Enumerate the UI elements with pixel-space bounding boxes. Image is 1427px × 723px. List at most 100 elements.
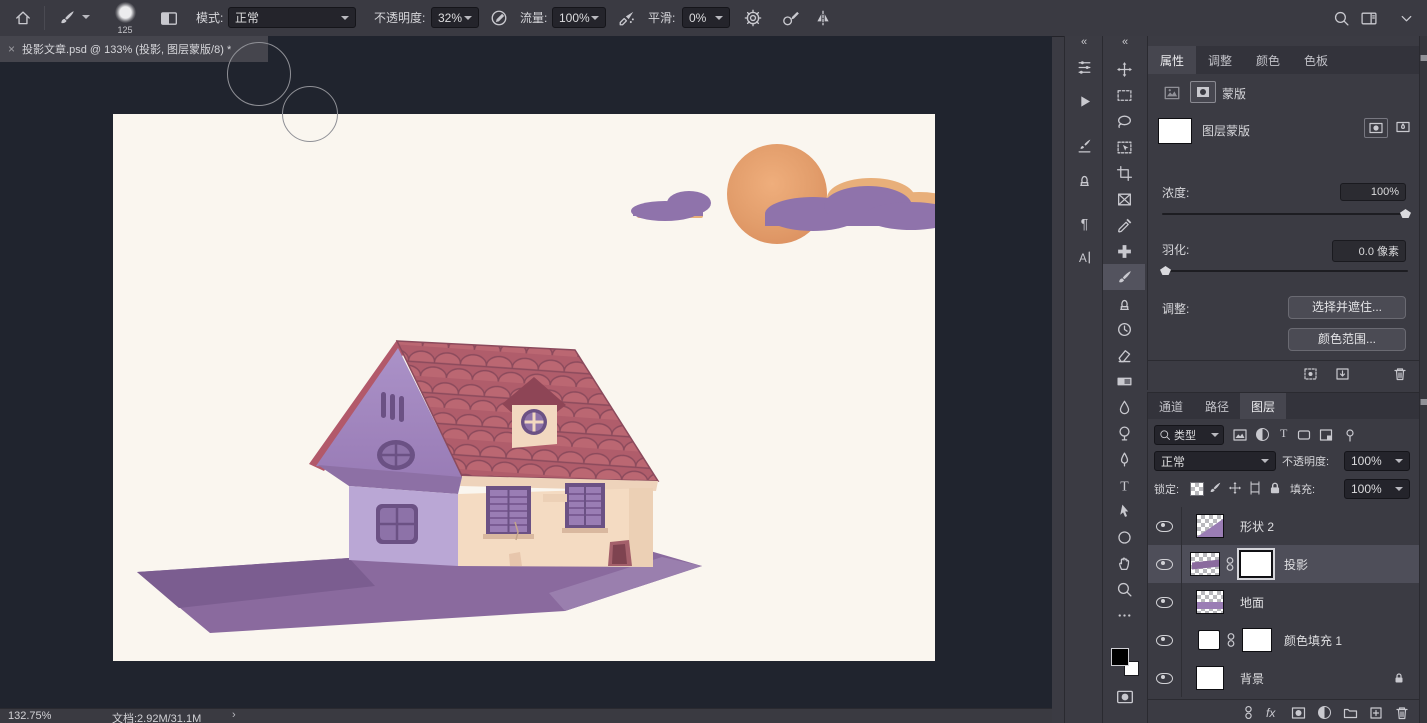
- tab-swatches[interactable]: 色板: [1292, 46, 1340, 74]
- layer-thumbnail[interactable]: [1196, 666, 1224, 690]
- filter-adjustment-icon[interactable]: [1256, 428, 1269, 441]
- tool-hand-icon[interactable]: [1103, 550, 1145, 576]
- tool-path-select-icon[interactable]: [1103, 498, 1145, 524]
- tool-spot-healing-icon[interactable]: [1103, 238, 1145, 264]
- delete-layer-trash-icon[interactable]: [1394, 705, 1410, 721]
- layer-mask-thumbnail[interactable]: [1242, 628, 1272, 652]
- pressure-size-icon[interactable]: [782, 9, 800, 27]
- layer-row-color-fill[interactable]: 颜色填充 1: [1148, 621, 1419, 659]
- layer-thumbnail[interactable]: [1190, 552, 1220, 576]
- collapse-dock-icon[interactable]: «: [1065, 36, 1103, 52]
- visibility-eye-icon[interactable]: [1156, 521, 1173, 532]
- tab-properties[interactable]: 属性: [1148, 46, 1196, 74]
- tool-frame-icon[interactable]: [1103, 186, 1145, 212]
- pressure-opacity-icon[interactable]: [490, 9, 508, 27]
- tool-crop-icon[interactable]: [1103, 160, 1145, 186]
- tool-clone-stamp-icon[interactable]: [1103, 290, 1145, 316]
- filter-image-icon[interactable]: [1232, 427, 1248, 443]
- collapse-toolbar-icon[interactable]: «: [1103, 36, 1147, 52]
- opacity-select[interactable]: 32%: [431, 7, 479, 28]
- layer-mask-mode-icon[interactable]: [1190, 81, 1216, 103]
- tab-adjustments[interactable]: 调整: [1196, 46, 1244, 74]
- canvas[interactable]: [113, 114, 935, 661]
- mode-select[interactable]: 正常: [228, 7, 356, 28]
- lock-all-icon[interactable]: [1268, 481, 1282, 495]
- home-icon[interactable]: [14, 9, 32, 27]
- new-layer-icon[interactable]: [1368, 705, 1384, 721]
- tool-lasso-icon[interactable]: [1103, 108, 1145, 134]
- brush-tool-preset-icon[interactable]: [58, 9, 76, 27]
- layer-row-ground[interactable]: 地面: [1148, 583, 1419, 621]
- blend-mode-select[interactable]: 正常: [1154, 451, 1276, 471]
- panel-brush-settings-icon[interactable]: [1065, 130, 1103, 160]
- filter-shape-icon[interactable]: [1296, 427, 1312, 443]
- layer-thumbnail[interactable]: [1196, 590, 1224, 614]
- density-value[interactable]: 100%: [1340, 183, 1406, 201]
- vector-mask-badge-icon[interactable]: [1394, 119, 1412, 135]
- search-icon[interactable]: [1333, 10, 1350, 27]
- tab-channels[interactable]: 通道: [1148, 393, 1194, 419]
- panel-libraries-icon[interactable]: [1065, 52, 1103, 82]
- density-slider[interactable]: [1162, 213, 1408, 215]
- tool-gradient-icon[interactable]: [1103, 368, 1145, 394]
- link-mask-icon[interactable]: [1224, 555, 1236, 573]
- foreground-background-colors[interactable]: [1111, 648, 1139, 676]
- panel-actions-icon[interactable]: [1065, 86, 1103, 116]
- filter-pin-icon[interactable]: [1342, 427, 1358, 443]
- flow-select[interactable]: 100%: [552, 7, 606, 28]
- foreground-color-swatch[interactable]: [1111, 648, 1129, 666]
- pasteboard[interactable]: × 投影文章.psd @ 133% (投影, 图层蒙版/8) *: [0, 36, 1052, 708]
- status-expand-icon[interactable]: ›: [232, 709, 236, 721]
- tool-zoom-icon[interactable]: [1103, 576, 1145, 602]
- feather-slider-handle[interactable]: [1160, 266, 1171, 275]
- tab-color[interactable]: 颜色: [1244, 46, 1292, 74]
- link-mask-icon[interactable]: [1225, 631, 1237, 649]
- layer-thumbnail[interactable]: [1196, 514, 1224, 538]
- add-adjustment-layer-icon[interactable]: [1318, 706, 1331, 719]
- delete-mask-trash-icon[interactable]: [1392, 366, 1408, 382]
- fill-select[interactable]: 100%: [1344, 479, 1410, 499]
- mask-mode-toggle-icon[interactable]: [160, 9, 178, 27]
- mask-badge-icon[interactable]: [1364, 118, 1388, 138]
- density-slider-handle[interactable]: [1400, 209, 1411, 218]
- zoom-level[interactable]: 132.75%: [8, 710, 51, 722]
- tool-eraser-icon[interactable]: [1103, 342, 1145, 368]
- pixel-mask-icon[interactable]: [1162, 84, 1182, 102]
- visibility-eye-icon[interactable]: [1156, 635, 1173, 646]
- layer-mask-thumbnail[interactable]: [1158, 118, 1192, 144]
- tool-eyedropper-icon[interactable]: [1103, 212, 1145, 238]
- tool-brush-icon[interactable]: [1103, 264, 1145, 290]
- lock-position-icon[interactable]: [1228, 481, 1242, 495]
- brush-preview[interactable]: 125: [110, 2, 140, 34]
- layer-mask-thumbnail-selected[interactable]: [1240, 551, 1272, 577]
- tab-layers[interactable]: 图层: [1240, 393, 1286, 419]
- tool-dodge-icon[interactable]: [1103, 420, 1145, 446]
- tool-history-brush-icon[interactable]: [1103, 316, 1145, 342]
- panel-character-icon[interactable]: A: [1065, 242, 1103, 272]
- link-layers-icon[interactable]: [1242, 704, 1255, 721]
- filter-kind-select[interactable]: 类型: [1154, 425, 1224, 445]
- visibility-eye-icon[interactable]: [1156, 597, 1173, 608]
- apply-mask-icon[interactable]: [1334, 366, 1351, 382]
- tab-paths[interactable]: 路径: [1194, 393, 1240, 419]
- paint-symmetry-icon[interactable]: [814, 9, 832, 27]
- new-group-folder-icon[interactable]: [1342, 705, 1359, 721]
- panel-paragraph-icon[interactable]: ¶: [1065, 208, 1103, 238]
- visibility-eye-icon[interactable]: [1156, 559, 1173, 570]
- workspace-chevron-icon[interactable]: [1398, 10, 1415, 27]
- filter-smart-object-icon[interactable]: [1318, 427, 1334, 443]
- tool-more-icon[interactable]: [1103, 602, 1145, 628]
- panel-menu-icon[interactable]: [1420, 398, 1427, 406]
- tool-blur-icon[interactable]: [1103, 394, 1145, 420]
- lock-transparency-icon[interactable]: [1190, 482, 1204, 496]
- layer-row-shadow[interactable]: 投影: [1148, 545, 1419, 583]
- gear-icon[interactable]: [744, 9, 762, 27]
- filter-type-icon[interactable]: T: [1280, 426, 1287, 441]
- layer-row-background[interactable]: 背景: [1148, 659, 1419, 697]
- tool-object-selection-icon[interactable]: [1103, 134, 1145, 160]
- tool-pen-icon[interactable]: [1103, 446, 1145, 472]
- tool-move-icon[interactable]: [1103, 56, 1145, 82]
- tool-type-icon[interactable]: T: [1103, 472, 1145, 498]
- color-range-button[interactable]: 颜色范围...: [1288, 328, 1406, 351]
- airbrush-icon[interactable]: [618, 9, 636, 27]
